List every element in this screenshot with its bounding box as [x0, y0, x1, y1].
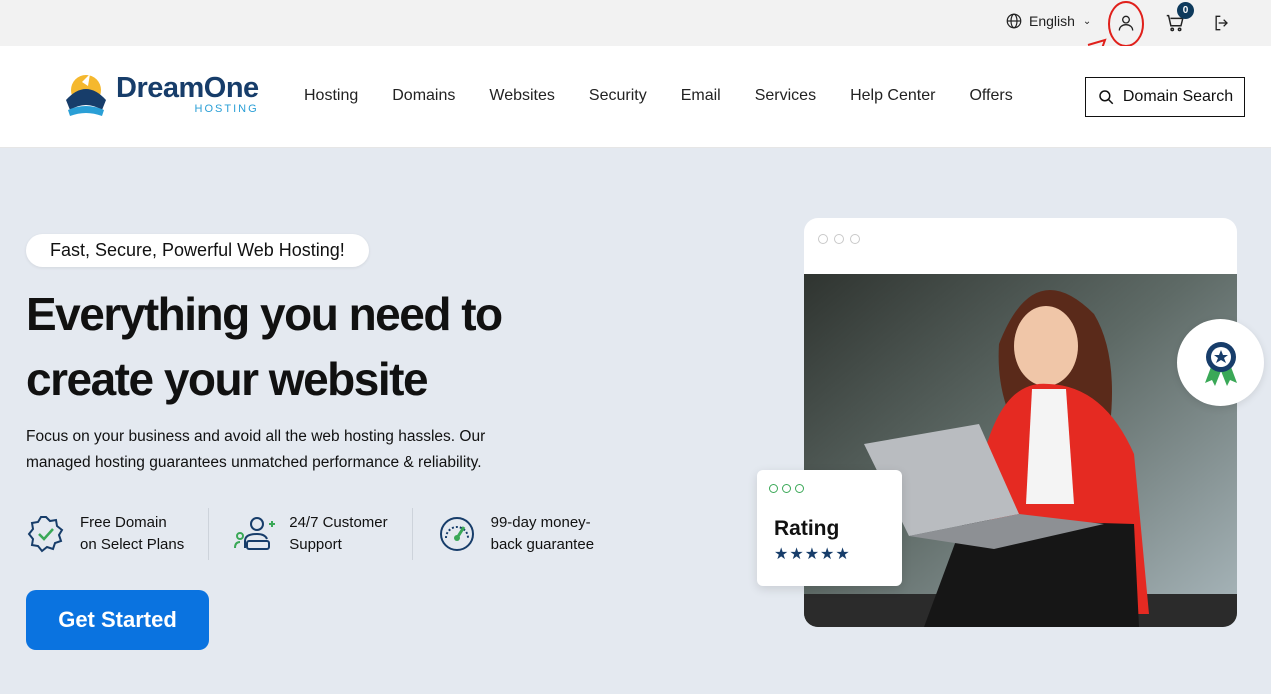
logout-button[interactable] — [1209, 10, 1235, 36]
window-dot — [782, 484, 791, 493]
brand-sub: HOSTING — [194, 102, 259, 115]
search-icon — [1099, 90, 1114, 105]
cart-count-badge: 0 — [1177, 2, 1194, 19]
hero-description: Focus on your business and avoid all the… — [26, 424, 586, 476]
window-dot — [818, 234, 828, 244]
support-users-icon — [234, 517, 276, 550]
window-dots — [818, 234, 860, 244]
language-selector[interactable]: English ⌄ — [1005, 12, 1091, 30]
feature-support-line1: 24/7 Customer — [289, 514, 388, 531]
window-dot — [769, 484, 778, 493]
feature-free-domain: Free Domain on Select Plans — [26, 508, 210, 560]
hero-headline-line2: create your website — [26, 353, 429, 405]
guarantee-gauge-icon — [439, 517, 474, 551]
window-dot — [850, 234, 860, 244]
nav-item-email[interactable]: Email — [681, 87, 721, 105]
account-button[interactable] — [1113, 10, 1139, 36]
hero-tagline-pill: Fast, Secure, Powerful Web Hosting! — [26, 234, 369, 267]
nav-item-hosting[interactable]: Hosting — [304, 87, 358, 105]
chevron-down-icon: ⌄ — [1082, 15, 1092, 27]
feature-free-domain-line1: Free Domain — [80, 514, 167, 531]
feature-guarantee: 99-day money- back guarantee — [437, 508, 618, 560]
verified-badge-icon — [27, 516, 64, 553]
rating-window-dots — [769, 484, 804, 493]
rating-card: Rating ★★★★★ — [757, 470, 902, 586]
hero-headline-line1: Everything you need to — [26, 288, 503, 340]
language-label: English — [1029, 13, 1075, 29]
hero-description-line2: managed hosting guarantees unmatched per… — [26, 454, 482, 471]
primary-nav: Hosting Domains Websites Security Email … — [304, 87, 1013, 105]
top-utility-bar: English ⌄ 0 — [0, 0, 1271, 61]
globe-icon — [1006, 13, 1022, 29]
brand-name: DreamOne — [116, 71, 259, 104]
main-navbar: DreamOne HOSTING Hosting Domains Website… — [0, 46, 1271, 148]
window-dot — [795, 484, 804, 493]
award-badge — [1177, 319, 1264, 406]
feature-list: Free Domain on Select Plans 24/7 Custome… — [26, 508, 642, 560]
domain-search-label: Domain Search — [1122, 88, 1234, 105]
nav-item-help-center[interactable]: Help Center — [850, 87, 935, 105]
feature-guarantee-line1: 99-day money- — [490, 514, 591, 531]
nav-item-security[interactable]: Security — [589, 87, 647, 105]
hero-headline: Everything you need to create your websi… — [26, 282, 586, 412]
hero-description-line1: Focus on your business and avoid all the… — [26, 428, 486, 445]
award-ribbon-icon — [1204, 341, 1237, 386]
user-icon — [1118, 15, 1134, 31]
rating-stars-icon: ★★★★★ — [774, 546, 851, 563]
feature-guarantee-line2: back guarantee — [490, 536, 595, 553]
nav-item-services[interactable]: Services — [755, 87, 816, 105]
rating-title: Rating — [774, 517, 840, 540]
window-dot — [834, 234, 844, 244]
brand-logo[interactable]: DreamOne HOSTING — [62, 70, 259, 118]
domain-search-button[interactable]: Domain Search — [1085, 77, 1245, 117]
get-started-button[interactable]: Get Started — [26, 590, 209, 650]
feature-free-domain-line2: on Select Plans — [80, 536, 185, 553]
nav-item-websites[interactable]: Websites — [489, 87, 555, 105]
feature-support-line2: Support — [289, 536, 342, 553]
dreamone-logo-icon — [66, 74, 106, 116]
nav-item-offers[interactable]: Offers — [969, 87, 1012, 105]
nav-item-domains[interactable]: Domains — [392, 87, 455, 105]
feature-support: 24/7 Customer Support — [233, 508, 413, 560]
logout-icon — [1215, 15, 1228, 31]
